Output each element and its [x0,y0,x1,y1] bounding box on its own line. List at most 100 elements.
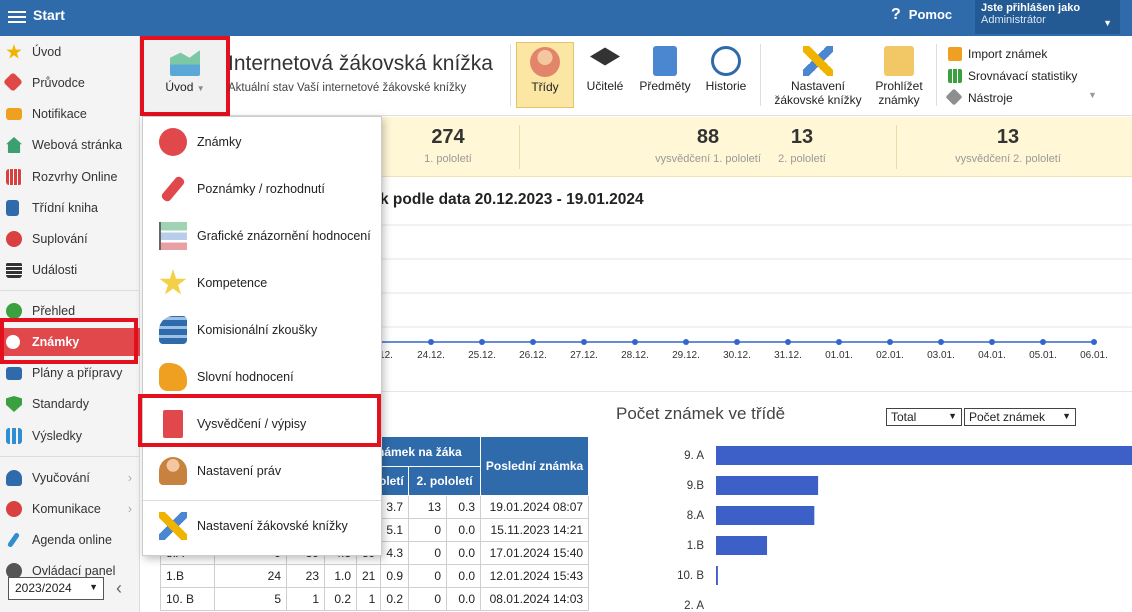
table-cell: 0 [408,587,448,611]
sidebar-item-uvod[interactable]: Úvod [0,38,140,66]
table-cell: 1.0 [324,564,357,588]
data-point[interactable] [428,339,434,345]
bar[interactable] [716,506,815,525]
ribbon-button-label: Historie [705,79,747,93]
x-tick-label: 27.12. [570,350,598,361]
bar[interactable] [716,476,819,495]
help-link[interactable]: ? Pomoc [891,6,952,24]
menu-item-komisionalni[interactable]: Komisionální zkoušky [143,307,381,353]
menu-item-label: Slovní hodnocení [197,370,294,384]
sidebar-item-notifikace[interactable]: Notifikace [0,100,140,128]
wand-icon [3,72,23,92]
menu-item-label: Kompetence [197,276,268,290]
ribbon-button-ucitele[interactable]: Učitelé [580,42,630,108]
nastroje-link[interactable]: Nástroje [945,88,1077,110]
envelope-icon [6,108,22,120]
bar[interactable] [716,566,718,585]
ribbon-button-label: známky [878,93,920,107]
table-cell: 0 [408,564,448,588]
menu-item-label: Nastavení práv [197,464,282,478]
collapse-sidebar-icon[interactable]: ‹ [116,578,122,599]
link-label: Nástroje [968,91,1013,105]
data-point[interactable] [530,339,536,345]
x-tick-label: 06.01. [1080,350,1108,361]
line-chart-grid [380,224,1132,328]
sidebar-item-label: Třídní kniha [32,201,99,215]
uvod-menu-button[interactable]: Úvod ▼ [140,36,230,116]
table-cell: 10. B [160,587,215,611]
table-cell: 0.0 [446,564,482,588]
person-icon [6,231,22,247]
ribbon-button-prohlizet[interactable]: Prohlížet známky [872,42,926,108]
user-menu[interactable]: Jste přihlášen jako Administrátor ▼ [975,0,1120,34]
data-point[interactable] [887,339,893,345]
school-year-value: 2023/2024 [15,581,72,595]
data-point[interactable] [479,339,485,345]
x-tick-label: 02.01. [876,350,904,361]
bar[interactable] [716,446,1132,465]
table-row[interactable]: 1.B 24 23 1.0 21 0.9 0 0.0 12.01.2024 15:43 [160,564,590,588]
data-point[interactable] [836,339,842,345]
data-point[interactable] [1091,339,1097,345]
school-year-select[interactable]: 2023/2024 ▼ [8,577,104,600]
user-label: Jste přihlášen jako [981,2,1081,14]
table-row[interactable]: 10. B 5 1 0.2 1 0.2 0 0.0 08.01.2024 14:03 [160,587,590,611]
data-point[interactable] [1040,339,1046,345]
data-point[interactable] [938,339,944,345]
sidebar-item-label: Přehled [32,304,76,318]
data-point[interactable] [581,339,587,345]
total-select[interactable]: Total ▼ [886,408,962,426]
import-znamek-link[interactable]: Import známek [948,44,1077,66]
menu-item-znamky[interactable]: Známky [143,119,381,165]
sidebar-item-udalosti[interactable]: Události [0,256,140,284]
ribbon-divider [760,44,761,106]
chart-icon [159,222,187,250]
chevron-right-icon: › [127,502,132,516]
data-point[interactable] [683,339,689,345]
stat-caption: 1. pololetí [424,153,472,165]
sidebar-item-pruvodce[interactable]: Průvodce [0,69,140,97]
sidebar-item-rozvrhy-online[interactable]: Rozvrhy Online [0,163,140,191]
ribbon-button-tridy[interactable]: Třídy [516,42,574,108]
data-point[interactable] [632,339,638,345]
menu-item-poznamky[interactable]: Poznámky / rozhodnutí [143,166,381,212]
line-chart: 12. 24.12. 25.12. 26.12. 27.12. 28.12. 29.12. 3… [380,224,1132,361]
category-label: 9. A [684,450,704,462]
data-point[interactable] [785,339,791,345]
ribbon-divider [510,44,511,106]
menu-item-nastaveni-zakovske[interactable]: Nastavení žákovské knížky [143,503,381,549]
menu-item-graficke[interactable]: Grafické znázornění hodnocení [143,213,381,259]
ribbon-button-nastaveni[interactable]: Nastavení žákovské knížky [770,42,866,108]
ribbon-button-historie[interactable]: Historie [702,42,750,108]
ribbon-button-label: Třídy [531,80,559,94]
stats-bar: 274 1. pololetí 88 vysvědčení 1. pololetí … [380,117,1132,177]
sidebar-item-suplovani[interactable]: Suplování [0,225,140,253]
calendar-icon [6,169,22,185]
bar[interactable] [716,536,768,555]
chevron-down-icon[interactable]: ▼ [1088,90,1097,100]
x-tick-label: 04.01. [978,350,1006,361]
menu-icon[interactable] [8,8,26,26]
hand-icon [159,363,187,391]
table-cell: 23 [286,564,325,588]
ribbon-button-predmety[interactable]: Předměty [636,42,694,108]
start-link[interactable]: Start [33,7,65,23]
sidebar-item-vysledky[interactable]: Výsledky [0,422,140,450]
sidebar-item-webova-stranka[interactable]: Webová stránka [0,131,140,159]
menu-item-nastaveni-prav[interactable]: Nastavení práv [143,448,381,494]
sidebar-item-vyucovani[interactable]: Vyučování › [0,464,140,492]
sidebar-item-tridni-kniha[interactable]: Třídní kniha [0,194,140,222]
srovnavaci-statistiky-link[interactable]: Srovnávací statistiky [948,66,1077,88]
sidebar-item-komunikace[interactable]: Komunikace › [0,495,140,523]
pen-icon [6,532,21,548]
ribbon-button-label: Učitelé [586,79,624,93]
menu-item-kompetence[interactable]: Kompetence [143,260,381,306]
data-point[interactable] [989,339,995,345]
table-cell: 0 [408,518,448,542]
metric-select[interactable]: Počet známek ▼ [964,408,1076,426]
sidebar-item-standardy[interactable]: Standardy [0,390,140,418]
data-point[interactable] [734,339,740,345]
table-cell: 17.01.2024 15:40 [480,541,590,565]
x-tick-label: 01.01. [825,350,853,361]
sidebar-item-agenda[interactable]: Agenda online [0,526,140,554]
